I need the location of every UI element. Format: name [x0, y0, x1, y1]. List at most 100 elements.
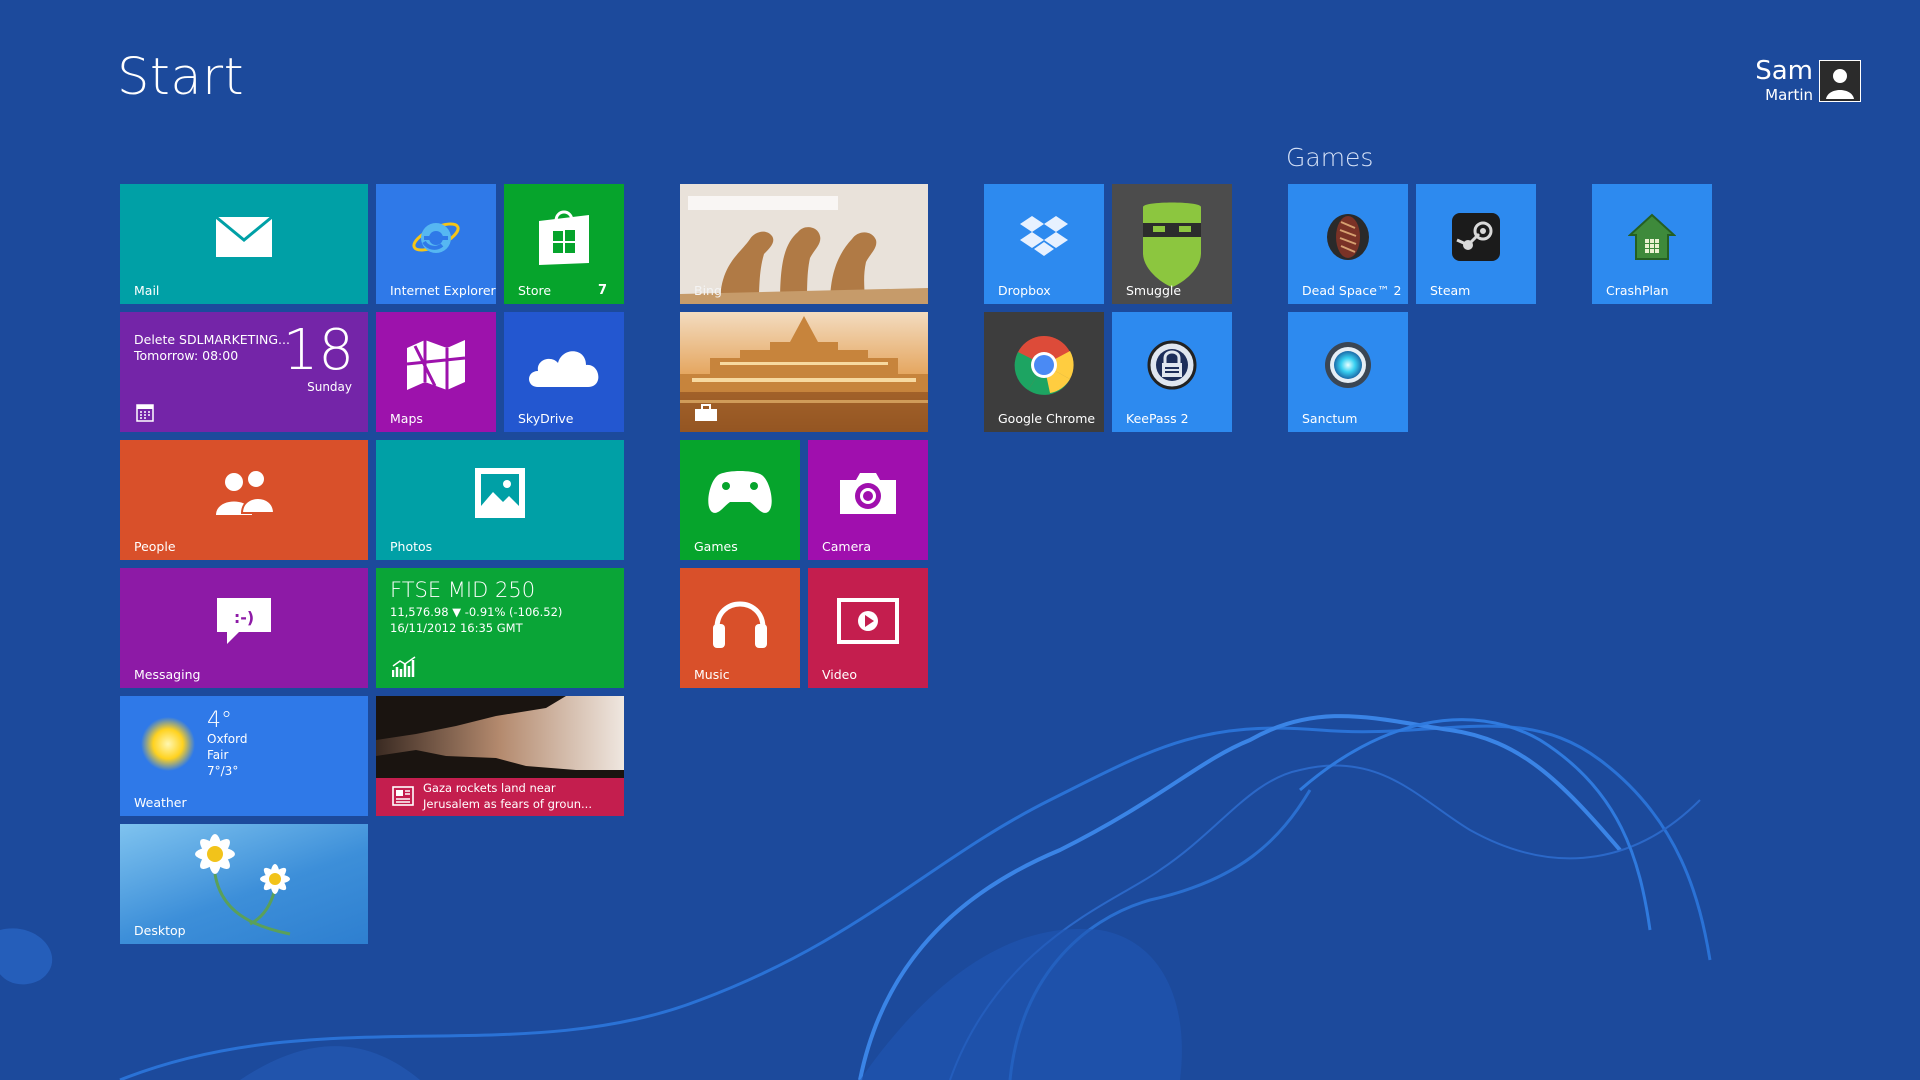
weather-label: Weather: [134, 795, 187, 810]
video-label: Video: [822, 667, 858, 682]
dropbox-label: Dropbox: [998, 283, 1051, 298]
page-title: Start: [117, 48, 245, 107]
finance-index: FTSE MID 250: [390, 578, 536, 602]
store-label: Store: [518, 283, 552, 298]
camera-icon: [840, 472, 896, 514]
user-last-name: Martin: [1765, 86, 1813, 104]
steam-label: Steam: [1430, 283, 1471, 298]
avatar: [1819, 60, 1861, 102]
internet-explorer-tile[interactable]: Internet Explorer: [376, 184, 496, 304]
store-tile[interactable]: Store 7: [504, 184, 624, 304]
calendar-tile[interactable]: Delete SDLMARKETING... Tomorrow: 08:00 1…: [120, 312, 368, 432]
messaging-icon: :-): [217, 597, 271, 644]
photos-label: Photos: [390, 539, 433, 554]
bing-label: Bing: [694, 283, 722, 298]
smuggle-label: Smuggle: [1126, 283, 1182, 298]
store-badge: 7: [597, 283, 607, 298]
ie-icon: [412, 222, 460, 253]
news-headline-line1: Gaza rockets land near: [423, 781, 556, 795]
calendar-day-number: 18: [282, 318, 354, 383]
steam-icon: [1452, 212, 1500, 261]
music-tile[interactable]: Music: [680, 568, 800, 688]
calendar-time: Tomorrow: 08:00: [134, 348, 239, 363]
video-tile[interactable]: Video: [808, 568, 928, 688]
finance-change: -0.91% (-106.52): [464, 605, 563, 619]
sun-icon: [141, 717, 195, 771]
camera-label: Camera: [822, 539, 872, 554]
crashplan-tile[interactable]: CrashPlan: [1592, 184, 1712, 304]
crashplan-label: CrashPlan: [1606, 283, 1669, 298]
weather-tile[interactable]: 4° Oxford Fair 7°/3° Weather: [120, 696, 368, 816]
desktop-tile[interactable]: Desktop: [120, 824, 368, 944]
camera-tile[interactable]: Camera: [808, 440, 928, 560]
daisy-wallpaper: [195, 834, 291, 936]
skydrive-tile[interactable]: SkyDrive: [504, 312, 624, 432]
sanctum-icon: [1325, 341, 1371, 388]
dead-space-2-tile[interactable]: Dead Space™ 2: [1288, 184, 1408, 304]
smuggle-icon: [1143, 202, 1201, 287]
calendar-day-name: Sunday: [307, 380, 352, 394]
skydrive-label: SkyDrive: [518, 411, 574, 426]
messaging-tile[interactable]: :-) Messaging: [120, 568, 368, 688]
group-title-games: Games: [1286, 143, 1374, 172]
weather-range: 7°/3°: [207, 764, 239, 778]
store-icon: [539, 210, 589, 265]
dead-space-icon: [1327, 213, 1369, 260]
people-tile[interactable]: People: [120, 440, 368, 560]
messaging-label: Messaging: [134, 667, 201, 682]
finance-tile[interactable]: FTSE MID 250 11,576.98 ▼ -0.91% (-106.52…: [376, 568, 624, 688]
maps-label: Maps: [390, 411, 423, 426]
user-first-name: Sam: [1755, 56, 1813, 86]
people-icon: [216, 468, 276, 515]
weather-temp: 4°: [207, 708, 232, 733]
svg-text::-): :-): [234, 608, 254, 627]
down-arrow-icon: ▼: [452, 605, 462, 619]
dead-space-2-label: Dead Space™ 2: [1302, 283, 1402, 298]
maps-icon: [406, 339, 466, 390]
news-tile[interactable]: Gaza rockets land near Jerusalem as fear…: [376, 696, 624, 816]
mail-icon: [215, 215, 273, 257]
briefcase-icon: [695, 404, 717, 421]
headphones-icon: [713, 601, 767, 648]
google-chrome-label: Google Chrome: [998, 411, 1096, 426]
finance-timestamp: 16/11/2012 16:35 GMT: [390, 621, 523, 635]
music-label: Music: [694, 667, 730, 682]
weather-condition: Fair: [207, 748, 229, 762]
news-photo: [376, 696, 624, 778]
people-label: People: [134, 539, 176, 554]
dropbox-tile[interactable]: Dropbox: [984, 184, 1104, 304]
photos-icon: [475, 467, 525, 518]
games-label: Games: [694, 539, 738, 554]
sanctum-label: Sanctum: [1302, 411, 1358, 426]
chrome-icon: [1014, 335, 1074, 395]
mail-label: Mail: [134, 283, 160, 298]
photos-tile[interactable]: Photos: [376, 440, 624, 560]
calendar-event: Delete SDLMARKETING...: [134, 332, 290, 347]
xbox-controller-icon: [708, 470, 772, 513]
keepass-icon: [1147, 340, 1197, 390]
keepass-tile[interactable]: KeePass 2: [1112, 312, 1232, 432]
finance-quote: 11,576.98 ▼ -0.91% (-106.52): [390, 605, 562, 619]
steam-tile[interactable]: Steam: [1416, 184, 1536, 304]
mail-tile[interactable]: Mail: [120, 184, 368, 304]
bing-tile[interactable]: Bing: [680, 184, 928, 304]
newspaper-icon: [392, 786, 414, 806]
google-chrome-tile[interactable]: Google Chrome: [984, 312, 1104, 432]
sanctum-tile[interactable]: Sanctum: [1288, 312, 1408, 432]
chart-icon: [392, 656, 416, 677]
dropbox-icon: [1020, 215, 1068, 256]
news-headline-line2: Jerusalem as fears of groun...: [423, 797, 592, 811]
games-tile[interactable]: Games: [680, 440, 800, 560]
calendar-icon: [136, 404, 154, 422]
smuggle-tile[interactable]: Smuggle: [1112, 184, 1232, 304]
maps-tile[interactable]: Maps: [376, 312, 496, 432]
internet-explorer-label: Internet Explorer: [390, 283, 496, 298]
finance-value: 11,576.98: [390, 605, 449, 619]
keepass-label: KeePass 2: [1126, 411, 1189, 426]
user-icon: [1820, 61, 1860, 101]
travel-tile[interactable]: [680, 312, 928, 432]
video-icon: [837, 597, 899, 644]
weather-city: Oxford: [207, 732, 248, 746]
desktop-label: Desktop: [134, 923, 186, 938]
cloud-icon: [529, 351, 599, 387]
